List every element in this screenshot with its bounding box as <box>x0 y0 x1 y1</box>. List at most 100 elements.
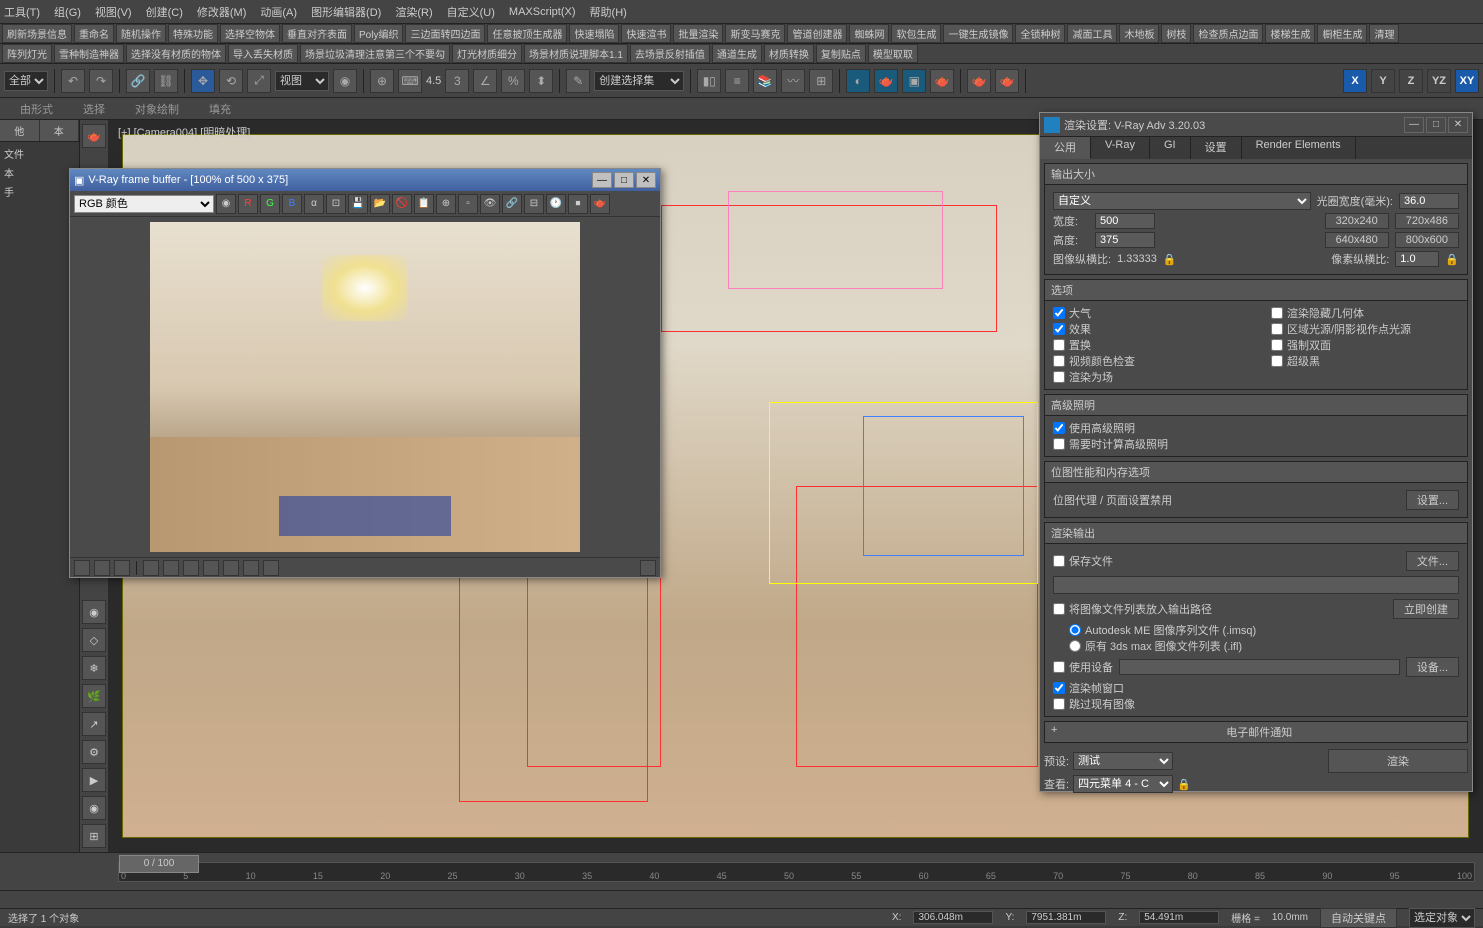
script-button[interactable]: 斯变马赛克 <box>725 24 785 43</box>
vfb-dup-icon[interactable]: ⊟ <box>524 194 544 214</box>
script-button[interactable]: 场景垃圾清理注意第三个不要勾 <box>300 44 450 63</box>
script-button[interactable]: 木地板 <box>1119 24 1159 43</box>
chk-super-black[interactable] <box>1271 355 1283 367</box>
chk-2sided[interactable] <box>1271 339 1283 351</box>
script-button[interactable]: 特殊功能 <box>168 24 218 43</box>
vfb-render-last-icon[interactable]: 🫖 <box>590 194 610 214</box>
vfb-link-icon[interactable]: 🔗 <box>502 194 522 214</box>
script-button[interactable]: 减面工具 <box>1067 24 1117 43</box>
script-button[interactable]: 橱柜生成 <box>1317 24 1367 43</box>
chk-skip-existing[interactable] <box>1053 698 1065 710</box>
script-button[interactable]: 灯光材质细分 <box>452 44 522 63</box>
script-button[interactable]: 刷新场景信息 <box>2 24 72 43</box>
vfb-mono-icon[interactable]: ⊡ <box>326 194 346 214</box>
vfb-hist-1[interactable] <box>74 560 90 576</box>
script-button[interactable]: 任意披顶生成器 <box>487 24 567 43</box>
menu-group[interactable]: 组(G) <box>54 4 81 20</box>
bitmap-setup-button[interactable]: 设置... <box>1406 490 1459 510</box>
chk-use-adv-lighting[interactable] <box>1053 422 1065 434</box>
chk-save-file[interactable] <box>1053 555 1065 567</box>
rs-titlebar[interactable]: 渲染设置: V-Ray Adv 3.20.03 — □ ✕ <box>1040 113 1472 137</box>
render-last-icon[interactable]: 🫖 <box>967 69 991 93</box>
vfb-lens-icon[interactable]: 👁 <box>480 194 500 214</box>
preset-320x240[interactable]: 320x240 <box>1325 213 1389 229</box>
chk-put-list[interactable] <box>1053 603 1065 615</box>
vfb-titlebar[interactable]: ▣ V-Ray frame buffer - [100% of 500 x 37… <box>70 169 660 191</box>
vfb-r-icon[interactable]: R <box>238 194 258 214</box>
vfb-copy-icon[interactable]: 📋 <box>414 194 434 214</box>
ribbon-freeform[interactable]: 由形式 <box>20 101 53 117</box>
vt-icon-7[interactable]: ▶ <box>82 768 106 792</box>
render-frame-icon[interactable]: ▣ <box>902 69 926 93</box>
script-button[interactable]: 场景材质说理脚本1.1 <box>524 44 628 63</box>
rs-tab-vray[interactable]: V-Ray <box>1091 137 1150 159</box>
rs-tab-settings[interactable]: 设置 <box>1191 137 1242 159</box>
snap-3d-icon[interactable]: 3 <box>445 69 469 93</box>
vfb-cc-5[interactable] <box>223 560 239 576</box>
vfb-load-icon[interactable]: 📂 <box>370 194 390 214</box>
vt-icon-1[interactable]: ◉ <box>82 600 106 624</box>
rollout-options[interactable]: 选项 <box>1045 280 1467 301</box>
preset-720x486[interactable]: 720x486 <box>1395 213 1459 229</box>
vfb-clear-icon[interactable]: 🚫 <box>392 194 412 214</box>
chk-area-lights[interactable] <box>1271 323 1283 335</box>
pixel-aspect-field[interactable] <box>1395 251 1439 267</box>
select-scale-icon[interactable]: ⤢ <box>247 69 271 93</box>
render-button[interactable]: 渲染 <box>1328 749 1468 773</box>
menu-maxscript[interactable]: MAXScript(X) <box>509 6 576 18</box>
lock-icon[interactable]: 🔒 <box>1163 253 1177 266</box>
rollout-output-size[interactable]: 输出大小 <box>1045 164 1467 185</box>
script-button[interactable]: 通道生成 <box>712 44 762 63</box>
script-button[interactable]: 蜘蛛网 <box>849 24 889 43</box>
script-button[interactable]: 雪种制造神器 <box>54 44 124 63</box>
angle-snap-icon[interactable]: ∠ <box>473 69 497 93</box>
teapot-icon[interactable]: 🫖 <box>82 124 106 148</box>
chk-rendered-frame[interactable] <box>1053 682 1065 694</box>
script-button[interactable]: Poly编织 <box>354 24 403 43</box>
ref-coord-select[interactable]: 视图 <box>275 71 329 91</box>
menu-views[interactable]: 视图(V) <box>95 4 132 20</box>
vfb-alpha-icon[interactable]: α <box>304 194 324 214</box>
menu-create[interactable]: 创建(C) <box>146 4 183 20</box>
output-preset-select[interactable]: 自定义 <box>1053 192 1311 210</box>
render-production-icon[interactable]: 🫖 <box>930 69 954 93</box>
vt-icon-9[interactable]: ⊞ <box>82 824 106 848</box>
script-button[interactable]: 材质转换 <box>764 44 814 63</box>
chk-compute-adv[interactable] <box>1053 438 1065 450</box>
vfb-cc-4[interactable] <box>203 560 219 576</box>
aperture-field[interactable] <box>1399 193 1459 209</box>
vfb-cc-2[interactable] <box>163 560 179 576</box>
create-now-button[interactable]: 立即创建 <box>1393 599 1459 619</box>
chk-displace[interactable] <box>1053 339 1065 351</box>
select-manipulate-icon[interactable]: ⊕ <box>370 69 394 93</box>
script-button[interactable]: 复制贴点 <box>816 44 866 63</box>
vfb-hist-2[interactable] <box>94 560 110 576</box>
lock-view-icon[interactable]: 🔒 <box>1177 778 1191 791</box>
curve-editor-icon[interactable]: 〰 <box>781 69 805 93</box>
vfb-cc-7[interactable] <box>263 560 279 576</box>
vfb-channel-select[interactable]: RGB 颜色 <box>74 195 214 213</box>
percent-snap-icon[interactable]: % <box>501 69 525 93</box>
vt-icon-6[interactable]: ⚙ <box>82 740 106 764</box>
vt-icon-4[interactable]: 🌿 <box>82 684 106 708</box>
menu-animation[interactable]: 动画(A) <box>260 4 297 20</box>
view-select[interactable]: 四元菜单 4 - C <box>1073 775 1173 793</box>
chk-use-device[interactable] <box>1053 661 1065 673</box>
vt-icon-2[interactable]: ◇ <box>82 628 106 652</box>
vt-icon-5[interactable]: ↗ <box>82 712 106 736</box>
axis-z[interactable]: Z <box>1399 69 1423 93</box>
rs-tab-re[interactable]: Render Elements <box>1242 137 1356 159</box>
menu-tools[interactable]: 工具(T) <box>4 4 40 20</box>
script-button[interactable]: 选择没有材质的物体 <box>126 44 226 63</box>
axis-yz[interactable]: YZ <box>1427 69 1451 93</box>
selection-filter[interactable]: 全部 <box>4 71 48 91</box>
list-item[interactable]: 本 <box>2 163 77 182</box>
vfb-b-icon[interactable]: B <box>282 194 302 214</box>
script-button[interactable]: 三边面转四边面 <box>405 24 485 43</box>
device-button[interactable]: 设备... <box>1406 657 1459 677</box>
script-button[interactable]: 导入丢失材质 <box>228 44 298 63</box>
script-button[interactable]: 垂直对齐表面 <box>282 24 352 43</box>
vfb-track-icon[interactable]: ⊕ <box>436 194 456 214</box>
viewport-label[interactable]: [+] [Camera004] [明暗处理] <box>118 124 250 140</box>
script-button[interactable]: 快速塌陷 <box>569 24 619 43</box>
